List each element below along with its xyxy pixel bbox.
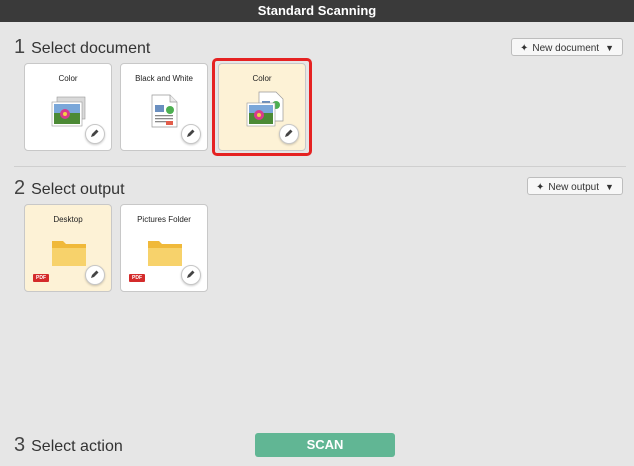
output-card-pictures-folder[interactable]: Pictures Folder PDF <box>120 204 208 292</box>
document-card-color[interactable]: Color <box>24 63 112 151</box>
edit-button[interactable] <box>85 265 105 285</box>
pencil-icon <box>187 129 195 137</box>
pencil-icon <box>91 129 99 137</box>
edit-button[interactable] <box>85 124 105 144</box>
card-label: Black and White <box>135 74 193 83</box>
caret-down-icon: ▼ <box>604 182 614 192</box>
select-output-heading: 2 Select output <box>14 177 125 200</box>
section-divider <box>14 166 626 167</box>
step-number: 3 <box>14 434 26 456</box>
edit-button[interactable] <box>181 124 201 144</box>
step-label: Select action <box>31 438 123 455</box>
select-action-heading: 3 Select action <box>14 434 123 457</box>
new-output-label: New output <box>548 182 599 193</box>
pdf-badge: PDF <box>33 274 49 282</box>
edit-button[interactable] <box>181 265 201 285</box>
card-label: Pictures Folder <box>137 215 191 224</box>
selection-highlight <box>212 58 312 156</box>
new-output-button[interactable]: ✦ New output ▼ <box>527 177 623 195</box>
folder-icon <box>52 241 86 266</box>
plus-icon: ✦ <box>520 43 529 54</box>
document-card-black-and-white[interactable]: Black and White <box>120 63 208 151</box>
pdf-badge: PDF <box>129 274 145 282</box>
plus-icon: ✦ <box>536 182 545 193</box>
bw-document-icon <box>151 94 178 128</box>
folder-icon <box>148 241 182 266</box>
step-number: 2 <box>14 177 26 199</box>
new-document-label: New document <box>532 43 600 54</box>
card-label: Desktop <box>53 215 83 224</box>
new-document-button[interactable]: ✦ New document ▼ <box>511 38 624 56</box>
output-card-desktop[interactable]: Desktop PDF <box>24 204 112 292</box>
select-document-heading: 1 Select document <box>14 36 150 59</box>
pencil-icon <box>187 270 195 278</box>
color-photo-icon <box>51 96 86 127</box>
card-label: Color <box>58 74 78 83</box>
step-label: Select document <box>31 40 151 57</box>
caret-down-icon: ▼ <box>605 43 615 53</box>
step-number: 1 <box>14 36 26 58</box>
window-title: Standard Scanning <box>0 0 634 22</box>
step-label: Select output <box>31 181 125 198</box>
pencil-icon <box>91 270 99 278</box>
scan-button[interactable]: SCAN <box>255 433 395 457</box>
